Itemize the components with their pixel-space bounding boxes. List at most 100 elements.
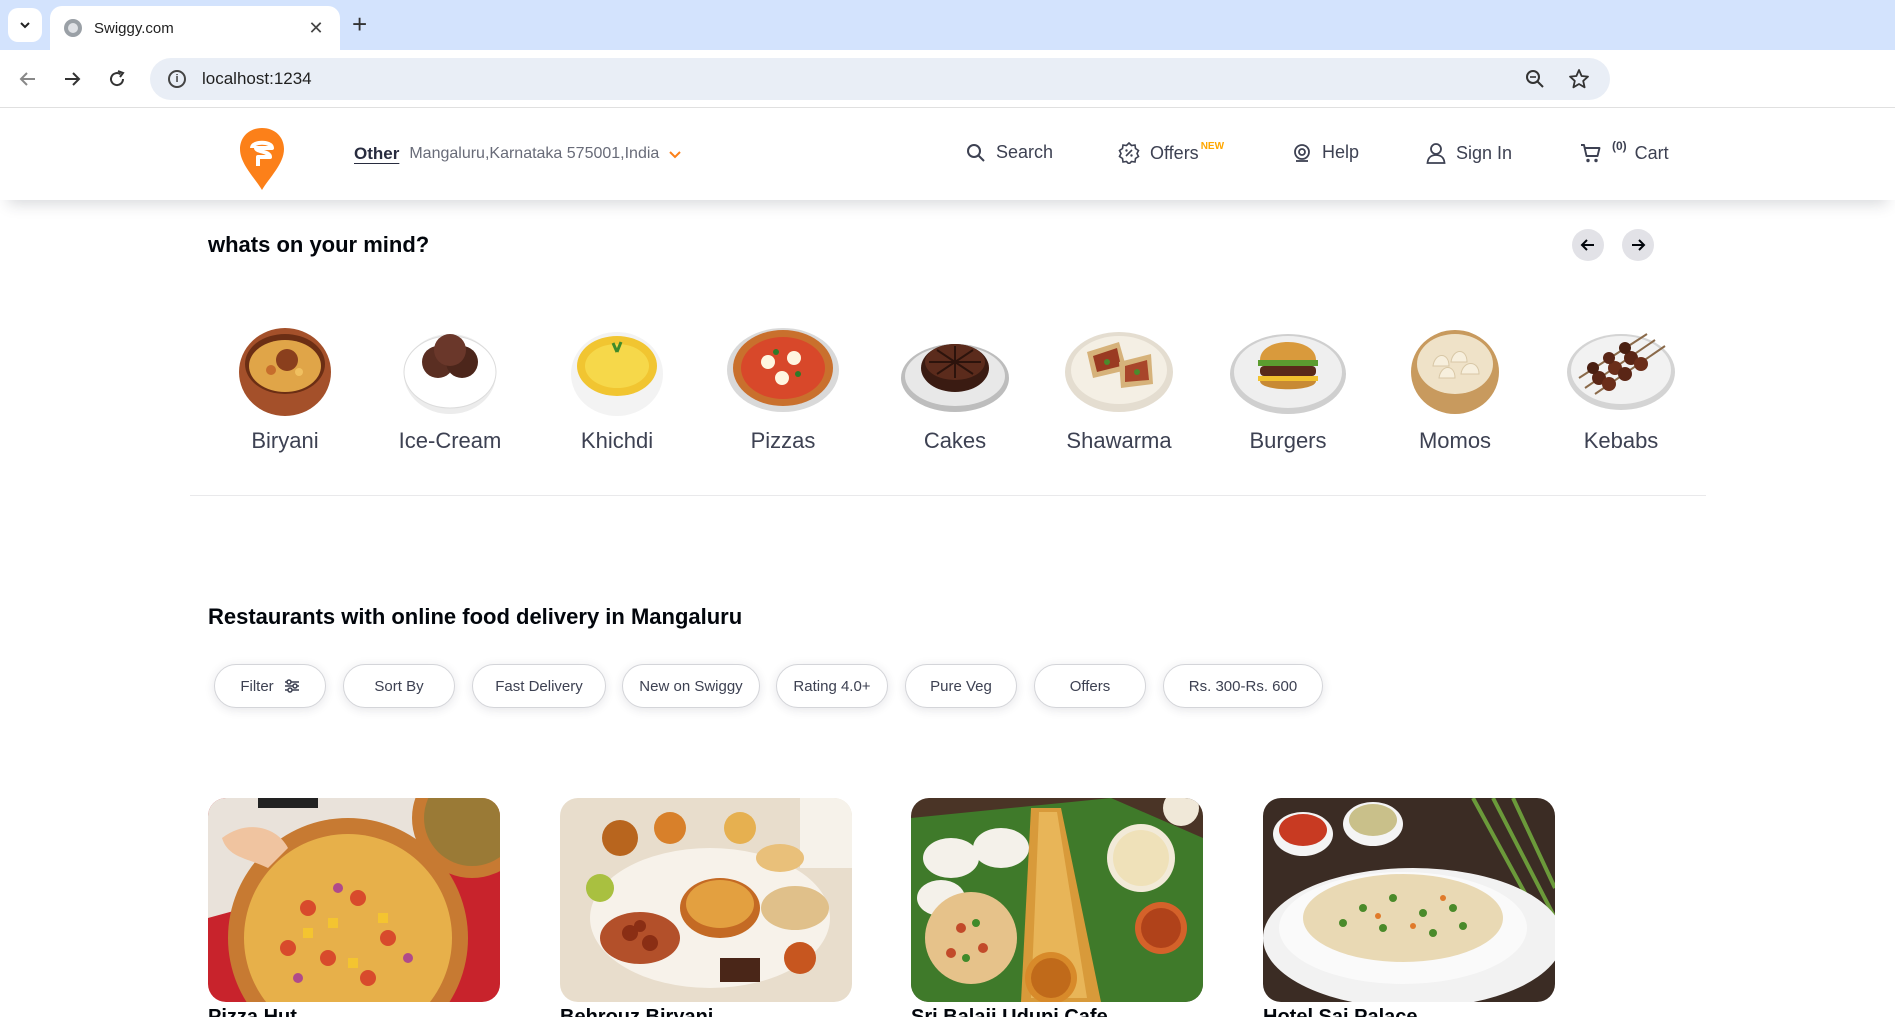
nav-search-label: Search — [996, 142, 1054, 162]
fried-rice-image — [1263, 798, 1555, 1002]
search-icon — [967, 143, 985, 162]
forward-button[interactable] — [58, 65, 86, 93]
section-title-restaurants: Restaurants with online food delivery in… — [208, 604, 743, 629]
pizza-image — [208, 798, 500, 1002]
reload-icon — [110, 70, 125, 87]
biryani-thali-image — [560, 798, 852, 1002]
pizza-plate-icon — [727, 328, 839, 412]
restaurant-name[interactable]: Hotel Sai Palace — [1263, 1006, 1418, 1017]
nav-help-label: Help — [1322, 142, 1360, 162]
star-icon[interactable] — [1566, 66, 1592, 92]
filter-chip-filter[interactable]: Filter — [214, 664, 326, 708]
category-label: Biryani — [251, 428, 319, 453]
browser-tab-strip: Swiggy.com ✕ + — [0, 0, 1895, 50]
chip-label: Offers — [1069, 677, 1111, 695]
tab-title: Swiggy.com — [94, 19, 174, 37]
restaurant-card[interactable] — [560, 798, 852, 1002]
chip-label: Pure Veg — [930, 677, 992, 695]
carousel-prev-button[interactable] — [1572, 229, 1604, 261]
cart-count: (0) — [1612, 139, 1627, 153]
restaurant-card[interactable] — [1263, 798, 1555, 1002]
filter-chip-new-on-swiggy[interactable]: New on Swiggy — [622, 664, 760, 708]
filter-chip-sort-by[interactable]: Sort By — [343, 664, 455, 708]
category-label: Pizzas — [750, 428, 816, 453]
category-label: Momos — [1418, 428, 1492, 453]
address-bar[interactable]: i localhost:1234 — [150, 58, 1610, 100]
category-burgers[interactable]: Burgers — [1213, 322, 1363, 453]
filter-chip-pure-veg[interactable]: Pure Veg — [905, 664, 1017, 708]
site-header: Other Mangaluru,Karnataka 575001,India S… — [0, 108, 1895, 200]
chip-label: Rs. 300-Rs. 600 — [1188, 677, 1298, 695]
new-tab-button[interactable]: + — [352, 11, 367, 37]
tab-search-button[interactable] — [8, 8, 42, 42]
restaurant-name[interactable]: Behrouz Biryani — [560, 1006, 713, 1017]
zoom-icon[interactable] — [1522, 66, 1548, 92]
category-label: Kebabs — [1583, 428, 1659, 453]
restaurant-card[interactable] — [911, 798, 1203, 1002]
khichdi-bowl-icon — [571, 332, 663, 416]
arrow-right-icon — [65, 72, 81, 86]
shawarma-plate-icon — [1065, 332, 1173, 412]
section-title-mind: whats on your mind? — [208, 232, 430, 257]
filter-chip-offers[interactable]: Offers — [1034, 664, 1146, 708]
section-divider — [190, 495, 1706, 496]
chip-label: Rating 4.0+ — [793, 677, 871, 695]
chip-label: Sort By — [374, 677, 424, 695]
biryani-bowl-icon — [239, 328, 331, 416]
nav-offers[interactable]: Offers NEW — [1118, 141, 1224, 164]
back-button[interactable] — [14, 65, 42, 93]
chip-label: Filter — [240, 677, 274, 695]
url-text[interactable]: localhost:1234 — [202, 69, 1504, 89]
category-kebabs[interactable]: Kebabs — [1546, 322, 1696, 453]
category-momos[interactable]: Momos — [1380, 322, 1530, 453]
restaurant-card[interactable] — [208, 798, 500, 1002]
category-label: Burgers — [1249, 428, 1327, 453]
nav-help[interactable]: Help — [1292, 142, 1359, 163]
cake-plate-icon — [901, 344, 1009, 412]
restaurant-name[interactable]: Pizza Hut — [208, 1006, 297, 1017]
offer-badge-icon — [1118, 142, 1140, 164]
arrow-left-icon — [1580, 239, 1594, 251]
nav-cart[interactable]: (0) Cart — [1580, 139, 1669, 164]
nav-cart-label: Cart — [1634, 142, 1669, 163]
category-label: Khichdi — [580, 428, 654, 453]
sliders-icon — [284, 679, 299, 693]
globe-icon — [64, 19, 82, 37]
dosa-idli-image — [911, 798, 1203, 1002]
reload-button[interactable] — [103, 65, 131, 93]
user-icon — [1426, 143, 1446, 164]
ice-cream-bowl-icon — [403, 334, 497, 414]
chevron-down-icon[interactable] — [669, 146, 682, 162]
info-icon[interactable]: i — [168, 70, 186, 88]
browser-toolbar: i localhost:1234 — [0, 50, 1895, 108]
chip-label: Fast Delivery — [495, 677, 583, 695]
kebab-plate-icon — [1567, 333, 1675, 410]
category-biryani[interactable]: Biryani — [210, 322, 360, 453]
chip-label: New on Swiggy — [639, 677, 743, 695]
location-address[interactable]: Mangaluru,Karnataka 575001,India — [409, 145, 659, 163]
category-pizzas[interactable]: Pizzas — [708, 322, 858, 453]
nav-sign-in-label: Sign In — [1456, 142, 1513, 163]
arrow-left-icon — [19, 72, 35, 86]
filter-chip-fast-delivery[interactable]: Fast Delivery — [472, 664, 606, 708]
category-khichdi[interactable]: Khichdi — [542, 322, 692, 453]
filter-chip-rating[interactable]: Rating 4.0+ — [776, 664, 888, 708]
swiggy-logo[interactable] — [238, 126, 286, 192]
cart-icon — [1581, 144, 1601, 163]
nav-search[interactable]: Search — [966, 142, 1053, 163]
momos-bowl-icon — [1411, 330, 1499, 414]
category-ice-cream[interactable]: Ice-Cream — [375, 322, 525, 453]
location-selector[interactable]: Other Mangaluru,Karnataka 575001,India — [354, 144, 682, 164]
chevron-down-icon — [20, 22, 30, 29]
category-label: Shawarma — [1066, 428, 1172, 453]
category-cakes[interactable]: Cakes — [880, 322, 1030, 453]
location-label[interactable]: Other — [354, 144, 399, 164]
category-shawarma[interactable]: Shawarma — [1044, 322, 1194, 453]
restaurant-name[interactable]: Sri Balaji Udupi Cafe — [911, 1006, 1108, 1017]
carousel-next-button[interactable] — [1622, 229, 1654, 261]
filter-chip-price-range[interactable]: Rs. 300-Rs. 600 — [1163, 664, 1323, 708]
browser-tab[interactable]: Swiggy.com ✕ — [50, 6, 340, 50]
nav-sign-in[interactable]: Sign In — [1426, 142, 1512, 164]
close-icon[interactable]: ✕ — [306, 18, 326, 39]
category-label: Cakes — [923, 428, 987, 453]
